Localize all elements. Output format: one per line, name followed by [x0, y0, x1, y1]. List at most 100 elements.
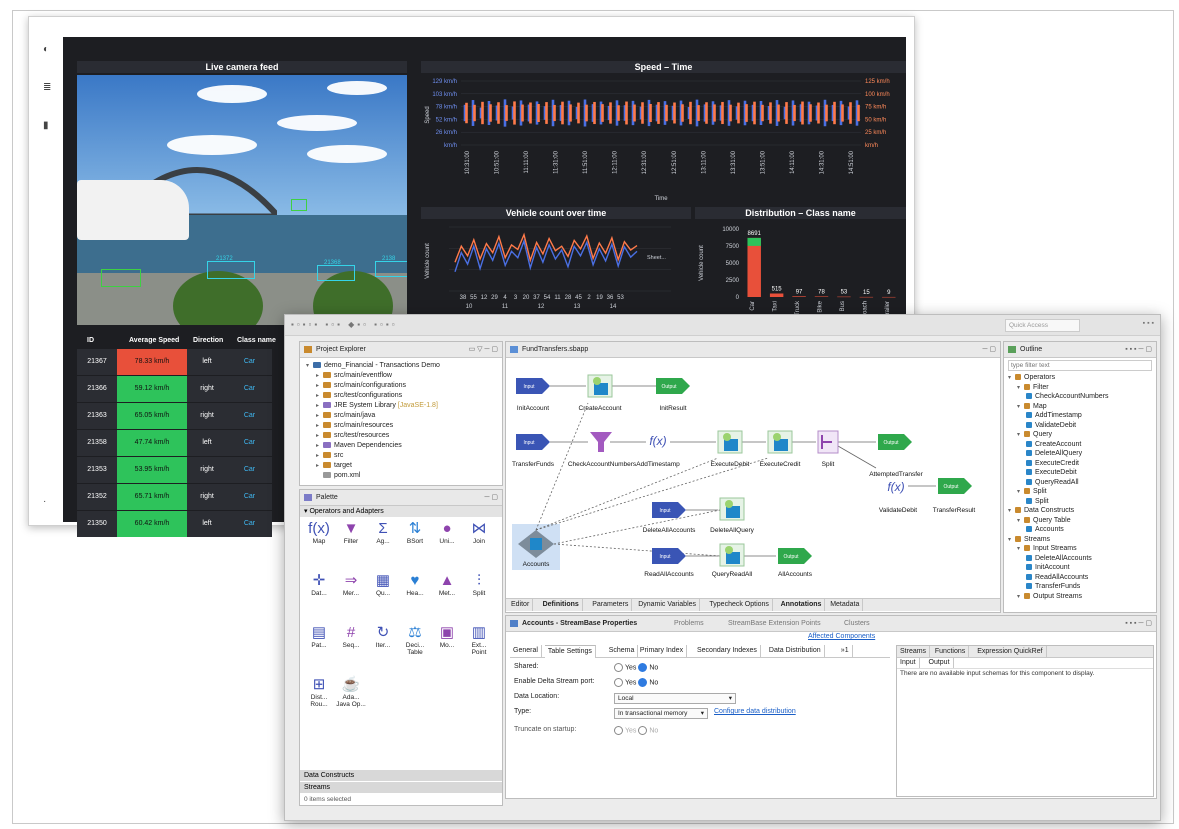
outline-item[interactable]: CreateAccount — [1026, 440, 1081, 449]
editor-tab-parameters[interactable]: Parameters — [589, 599, 633, 611]
project-tree-item[interactable]: ▸ Maven Dependencies — [316, 441, 402, 451]
outline-item[interactable]: ExecuteDebit — [1026, 468, 1077, 477]
outline-item[interactable]: ▾ Query Table — [1017, 516, 1071, 526]
property-tab[interactable]: »1 — [838, 645, 853, 657]
palette-item[interactable]: ▣ Mo... — [432, 624, 462, 649]
outline-item[interactable]: TransferFunds — [1026, 582, 1080, 591]
table-row[interactable]: 21358 47.74 km/h left Car — [77, 430, 302, 456]
table-row[interactable]: 21350 60.42 km/h left Car — [77, 511, 302, 537]
eventflow-canvas[interactable]: InputInitAccount CreateAccountOutputInitR… — [506, 358, 1000, 598]
expand-icon[interactable]: ▸ — [316, 452, 323, 461]
expand-icon[interactable]: ▾ — [1017, 431, 1024, 440]
palette-item[interactable]: ▲ Met... — [432, 572, 462, 597]
type-select[interactable]: In transactional memory ▾ — [614, 708, 708, 719]
delta-yes-radio[interactable] — [614, 678, 623, 687]
outline-item[interactable]: ValidateDebit — [1026, 421, 1076, 430]
streams-panel-tab[interactable]: Expression QuickRef — [974, 646, 1047, 657]
project-tree-item[interactable]: ▸ src/test/resources — [316, 431, 389, 441]
palette-item[interactable]: ✛ Dat... — [304, 572, 334, 597]
palette-tab[interactable]: Palette ─ ▢ — [300, 490, 502, 506]
editor-tab-metadata[interactable]: Metadata — [827, 599, 864, 611]
power-icon[interactable]: ◐ — [43, 45, 53, 55]
project-explorer-tab[interactable]: Project Explorer ▭ ▽ ─ ▢ — [300, 342, 502, 358]
property-tab[interactable]: Data Distribution — [766, 645, 825, 657]
palette-item[interactable]: ♥ Hea... — [400, 572, 430, 597]
palette-item[interactable]: ▼ Filter — [336, 520, 366, 545]
outline-item[interactable]: ▾ Filter — [1017, 383, 1049, 393]
expand-icon[interactable]: ▾ — [1008, 507, 1015, 516]
expand-icon[interactable]: ▾ — [1008, 536, 1015, 545]
project-tree-item[interactable]: ▸ JRE System Library [JavaSE-1.8] — [316, 401, 438, 411]
project-tree-item[interactable]: ▾ demo_Financial - Transactions Demo — [306, 361, 440, 371]
list-icon[interactable]: ≣ — [43, 83, 53, 93]
outline-item[interactable]: ▾ Query — [1017, 430, 1052, 440]
property-tab[interactable]: Primary Index — [637, 645, 688, 657]
expand-icon[interactable]: ▸ — [316, 442, 323, 451]
bar-chart-icon[interactable]: ▮ — [43, 121, 53, 131]
outline-item[interactable]: CheckAccountNumbers — [1026, 392, 1109, 401]
toolbar-icons[interactable]: ▪▫▪▫▪ ▪▫▪ ◆▪▫ ▪▫▪▫ — [291, 320, 398, 329]
truncate-yes-radio[interactable] — [614, 726, 623, 735]
outline-item[interactable]: ▾ Data Constructs — [1008, 506, 1074, 516]
outline-item[interactable]: ▾ Map — [1017, 402, 1047, 412]
expand-icon[interactable]: ▾ — [1017, 403, 1024, 412]
clusters-tab[interactable]: Clusters — [844, 616, 870, 631]
property-tab[interactable]: Schema — [606, 645, 639, 657]
table-row[interactable]: 21366 59.12 km/h right Car — [77, 376, 302, 402]
outline-item[interactable]: ExecuteCredit — [1026, 459, 1079, 468]
project-tree-item[interactable]: pom.xml — [316, 471, 360, 480]
expand-icon[interactable]: ▾ — [306, 362, 313, 371]
expand-icon[interactable]: ▾ — [1017, 545, 1024, 554]
property-tab[interactable]: Secondary Indexes — [694, 645, 761, 657]
editor-tab[interactable]: FundTransfers.sbapp ─ ▢ — [506, 342, 1000, 358]
view-controls[interactable]: ▪ ▪ ▪ ─ ▢ — [1125, 616, 1152, 631]
view-controls[interactable]: ▪ ▪ ▪ ─ ▢ — [1125, 342, 1152, 357]
palette-item[interactable]: ⇒ Mer... — [336, 572, 366, 597]
palette-item[interactable]: ⇅ BSort — [400, 520, 430, 545]
view-controls[interactable]: ─ ▢ — [484, 490, 498, 505]
data-location-select[interactable]: Local ▾ — [614, 693, 736, 704]
outline-item[interactable]: QueryReadAll — [1026, 478, 1079, 487]
properties-tab[interactable]: Accounts - StreamBase Properties — [522, 616, 637, 631]
expand-icon[interactable]: ▾ — [1017, 384, 1024, 393]
palette-item[interactable]: ⚖ Deci... Table — [400, 624, 430, 656]
outline-item[interactable]: ▾ Input Streams — [1017, 544, 1077, 554]
shared-yes-radio[interactable] — [614, 663, 623, 672]
view-controls[interactable]: ─ ▢ — [982, 342, 996, 357]
palette-item[interactable]: ☕ Ada... Java Op... — [336, 676, 366, 708]
property-tab[interactable]: Table Settings — [544, 645, 596, 658]
problems-tab[interactable]: Problems — [674, 616, 704, 631]
expand-icon[interactable]: ▸ — [316, 392, 323, 401]
project-tree-item[interactable]: ▸ src/main/eventflow — [316, 371, 392, 381]
streams-panel-tab[interactable]: Functions — [932, 646, 970, 657]
outline-tab[interactable]: Outline ▪ ▪ ▪ ─ ▢ — [1004, 342, 1156, 358]
expand-icon[interactable]: ▸ — [316, 422, 323, 431]
expand-icon[interactable]: ▾ — [1017, 593, 1024, 602]
streams-subtab[interactable]: Input — [897, 658, 920, 668]
outline-item[interactable]: DeleteAllQuery — [1026, 449, 1082, 458]
outline-item[interactable]: ▾ Operators — [1008, 373, 1055, 383]
expand-icon[interactable]: ▸ — [316, 432, 323, 441]
project-tree-item[interactable]: ▸ src/main/java — [316, 411, 375, 421]
table-row[interactable]: 21353 53.95 km/h right Car — [77, 457, 302, 483]
table-row[interactable]: 21352 65.71 km/h right Car — [77, 484, 302, 510]
outline-item[interactable]: ▾ Split — [1017, 487, 1047, 497]
editor-tab-editor[interactable]: Editor — [508, 599, 534, 611]
project-tree-item[interactable]: ▸ src — [316, 451, 343, 461]
outline-item[interactable]: ▾ Streams — [1008, 535, 1050, 545]
quick-access-field[interactable]: Quick Access — [1005, 319, 1080, 332]
palette-item[interactable]: ⫶ Split — [464, 572, 494, 597]
palette-section-header[interactable]: ▾ Operators and Adapters — [300, 506, 502, 517]
outline-filter-input[interactable] — [1008, 360, 1152, 371]
outline-item[interactable]: Accounts — [1026, 525, 1064, 534]
palette-item[interactable]: ↻ Iter... — [368, 624, 398, 649]
palette-item[interactable]: ⊞ Dist... Rou... — [304, 676, 334, 708]
palette-item[interactable]: ▥ Ext... Point — [464, 624, 494, 656]
delta-no-radio[interactable] — [638, 678, 648, 687]
palette-item[interactable]: ● Uni... — [432, 520, 462, 545]
expand-icon[interactable]: ▾ — [1017, 488, 1024, 497]
palette-item[interactable]: f(x) Map — [304, 520, 334, 545]
outline-item[interactable]: Split — [1026, 497, 1049, 506]
palette-item[interactable]: ▤ Pat... — [304, 624, 334, 649]
palette-item[interactable]: ▦ Qu... — [368, 572, 398, 597]
